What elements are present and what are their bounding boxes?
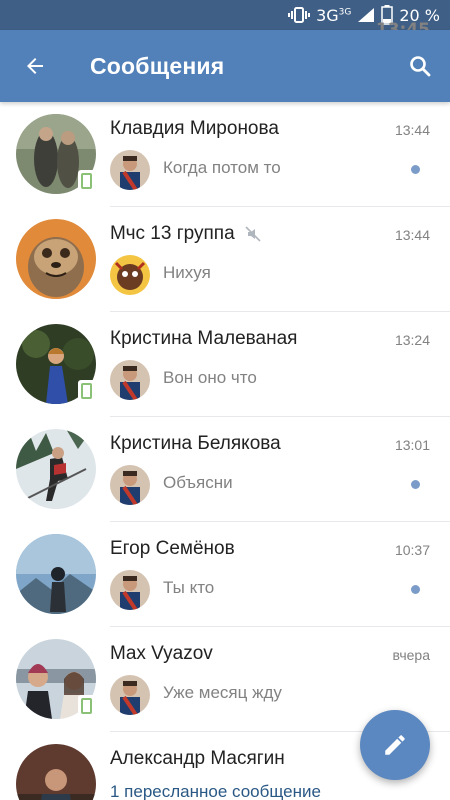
avatar xyxy=(16,429,96,509)
conversation-row[interactable]: Мчс 13 группа 13:44 Нихуя xyxy=(0,207,450,312)
muted-icon xyxy=(245,226,261,242)
message-time: 13:24 xyxy=(394,332,430,348)
vibrate-icon xyxy=(288,6,311,24)
signal-icon xyxy=(357,7,375,23)
sender-avatar xyxy=(110,150,150,190)
back-button[interactable] xyxy=(0,30,70,102)
message-preview: Вон оно что xyxy=(163,368,257,387)
contact-name: Max Vyazov xyxy=(110,643,213,664)
message-preview: Уже месяц жду xyxy=(163,683,282,702)
status-bar: 3G3G 20 % 13:45 xyxy=(0,0,450,40)
unread-indicator xyxy=(411,585,420,594)
avatar xyxy=(16,744,96,800)
message-time: 13:44 xyxy=(394,227,430,243)
page-title: Сообщения xyxy=(90,52,225,79)
contact-name: Кристина Малеваная xyxy=(110,328,298,349)
contact-name: Мчс 13 группа xyxy=(110,223,261,245)
search-icon xyxy=(410,56,431,77)
conversation-row[interactable]: Егор Семёнов 10:37 Ты кто xyxy=(0,522,450,627)
message-preview: Нихуя xyxy=(163,263,211,282)
search-button[interactable] xyxy=(390,30,450,102)
message-time: 10:37 xyxy=(394,542,430,558)
mobile-online-icon xyxy=(78,380,95,402)
conversation-row[interactable]: Кристина Белякова 13:01 Объясни xyxy=(0,417,450,522)
sender-avatar xyxy=(110,255,150,295)
mobile-online-icon xyxy=(78,170,95,192)
unread-indicator xyxy=(411,480,420,489)
unread-indicator xyxy=(411,165,420,174)
conversation-row[interactable]: Клавдия Миронова 13:44 Когда потом то xyxy=(0,102,450,207)
arrow-back-icon xyxy=(27,58,43,74)
conversation-list: Клавдия Миронова 13:44 Когда потом то Мч… xyxy=(0,102,450,800)
avatar xyxy=(16,534,96,614)
contact-name: Клавдия Миронова xyxy=(110,118,279,139)
network-indicator: 3G3G xyxy=(316,5,352,25)
contact-name: Кристина Белякова xyxy=(110,433,281,454)
sender-avatar xyxy=(110,675,150,715)
message-preview: Объясни xyxy=(163,473,233,492)
sender-avatar xyxy=(110,360,150,400)
sender-avatar xyxy=(110,570,150,610)
mobile-online-icon xyxy=(78,695,95,717)
contact-name: Егор Семёнов xyxy=(110,538,235,559)
message-preview: Ты кто xyxy=(163,578,215,597)
contact-name: Александр Масягин xyxy=(110,748,285,769)
conversation-row[interactable]: Кристина Малеваная 13:24 Вон оно что xyxy=(0,312,450,417)
message-time: 13:01 xyxy=(394,437,430,453)
sender-avatar xyxy=(110,465,150,505)
pencil-icon xyxy=(385,735,405,755)
message-time: 13:44 xyxy=(394,122,430,138)
message-time: вчера xyxy=(392,647,430,663)
compose-button[interactable] xyxy=(360,710,430,780)
message-preview: 1 пересланное сообщение xyxy=(110,782,321,800)
avatar xyxy=(16,219,96,299)
app-bar: Сообщения xyxy=(0,30,450,102)
message-preview: Когда потом то xyxy=(163,158,281,177)
